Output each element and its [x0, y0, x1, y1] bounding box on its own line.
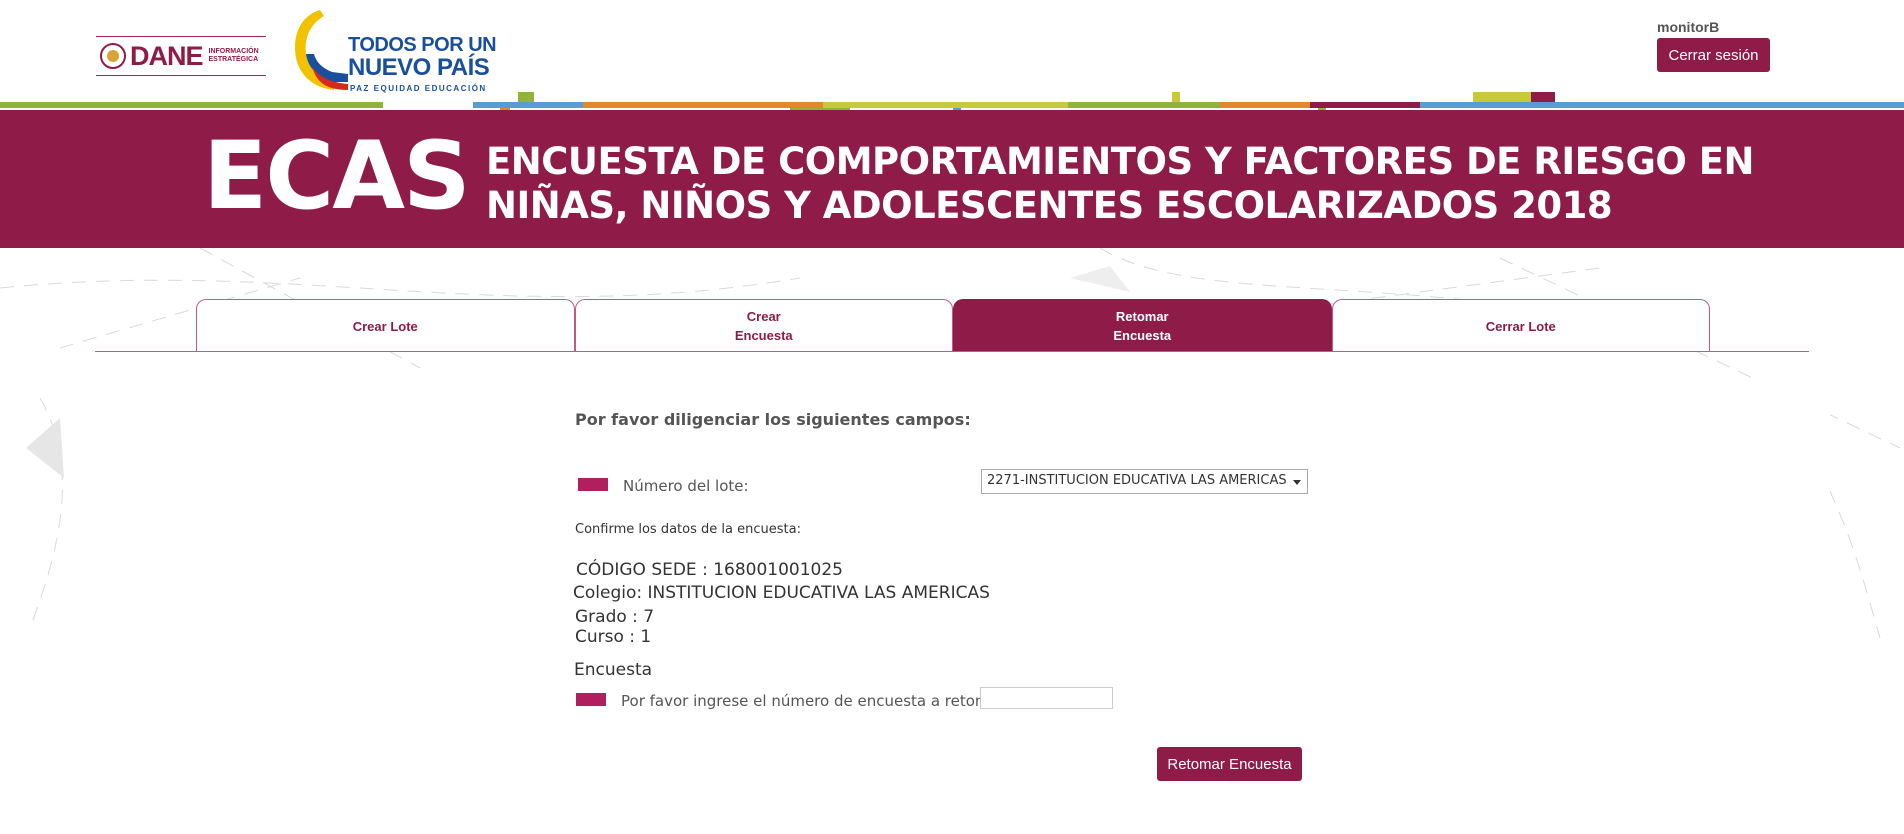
dropdown-caret-icon: [1293, 480, 1301, 485]
lote-label: Número del lote:: [623, 477, 749, 495]
tab-label-line2: Encuesta: [734, 328, 793, 343]
top-header: DANE INFORMACIÓN ESTRATÉGICA TODOS POR U…: [0, 0, 1904, 102]
curso: Curso : 1: [575, 627, 652, 647]
banner-title: ENCUESTA DE COMPORTAMIENTOS Y FACTORES D…: [486, 140, 1754, 228]
required-marker: [576, 693, 606, 706]
government-logo: TODOS POR UN NUEVO PAÍS PAZ EQUIDAD EDUC…: [290, 6, 497, 94]
tab-label-line2: Encuesta: [1113, 328, 1172, 343]
encuesta-number-input[interactable]: [980, 687, 1113, 709]
tab-label-line1: Crear Lote: [352, 318, 418, 334]
grado: Grado : 7: [575, 607, 655, 627]
retomar-encuesta-button[interactable]: Retomar Encuesta: [1157, 747, 1302, 781]
banner-title-line1: ENCUESTA DE COMPORTAMIENTOS Y FACTORES D…: [486, 140, 1754, 183]
lote-select[interactable]: 2271-INSTITUCION EDUCATIVA LAS AMERICAS: [981, 469, 1308, 494]
banner-title-line2: NIÑAS, NIÑOS Y ADOLESCENTES ESCOLARIZADO…: [486, 184, 1613, 227]
dane-subtitle: INFORMACIÓN ESTRATÉGICA: [209, 48, 259, 64]
title-banner: ECAS ENCUESTA DE COMPORTAMIENTOS Y FACTO…: [0, 110, 1904, 248]
user-name: monitorB: [1657, 19, 1720, 35]
tab-divider: [95, 351, 1809, 352]
tab-cerrar-lote[interactable]: Cerrar Lote: [1331, 299, 1710, 352]
color-stripe: [0, 92, 1904, 112]
dane-subtitle-line1: INFORMACIÓN: [208, 48, 259, 55]
confirm-text: Confirme los datos de la encuesta:: [575, 522, 801, 537]
dane-brand: DANE: [130, 40, 204, 71]
form-intro: Por favor diligenciar los siguientes cam…: [575, 410, 971, 429]
dane-seal-icon: [100, 43, 126, 69]
lote-selected-value: 2271-INSTITUCION EDUCATIVA LAS AMERICAS: [987, 473, 1287, 488]
tab-retomar-encuesta[interactable]: Retomar Encuesta: [953, 299, 1332, 352]
required-marker: [578, 478, 608, 491]
tab-crear-encuesta[interactable]: Crear Encuesta: [574, 299, 953, 352]
dane-subtitle-line2: ESTRATÉGICA: [208, 56, 259, 63]
government-logo-mark-icon: [295, 10, 348, 90]
encuesta-label: Por favor ingrese el número de encuesta …: [621, 692, 1005, 710]
colegio: Colegio: INSTITUCION EDUCATIVA LAS AMERI…: [573, 583, 990, 603]
logout-button[interactable]: Cerrar sesión: [1657, 38, 1770, 72]
codigo-sede: CÓDIGO SEDE : 168001001025: [576, 560, 844, 580]
banner-acronym: ECAS: [203, 122, 471, 231]
government-logo-line2: NUEVO PAÍS: [348, 54, 490, 81]
tab-label-line1: Crear: [746, 309, 781, 324]
tab-crear-lote[interactable]: Crear Lote: [196, 299, 575, 352]
tab-bar: Crear Lote Crear Encuesta Retomar Encues…: [196, 299, 1710, 352]
encuesta-section-title: Encuesta: [574, 660, 653, 680]
dane-logo: DANE INFORMACIÓN ESTRATÉGICA: [96, 36, 266, 76]
tab-label-line1: Cerrar Lote: [1485, 318, 1556, 334]
tab-label-line1: Retomar: [1115, 309, 1169, 324]
